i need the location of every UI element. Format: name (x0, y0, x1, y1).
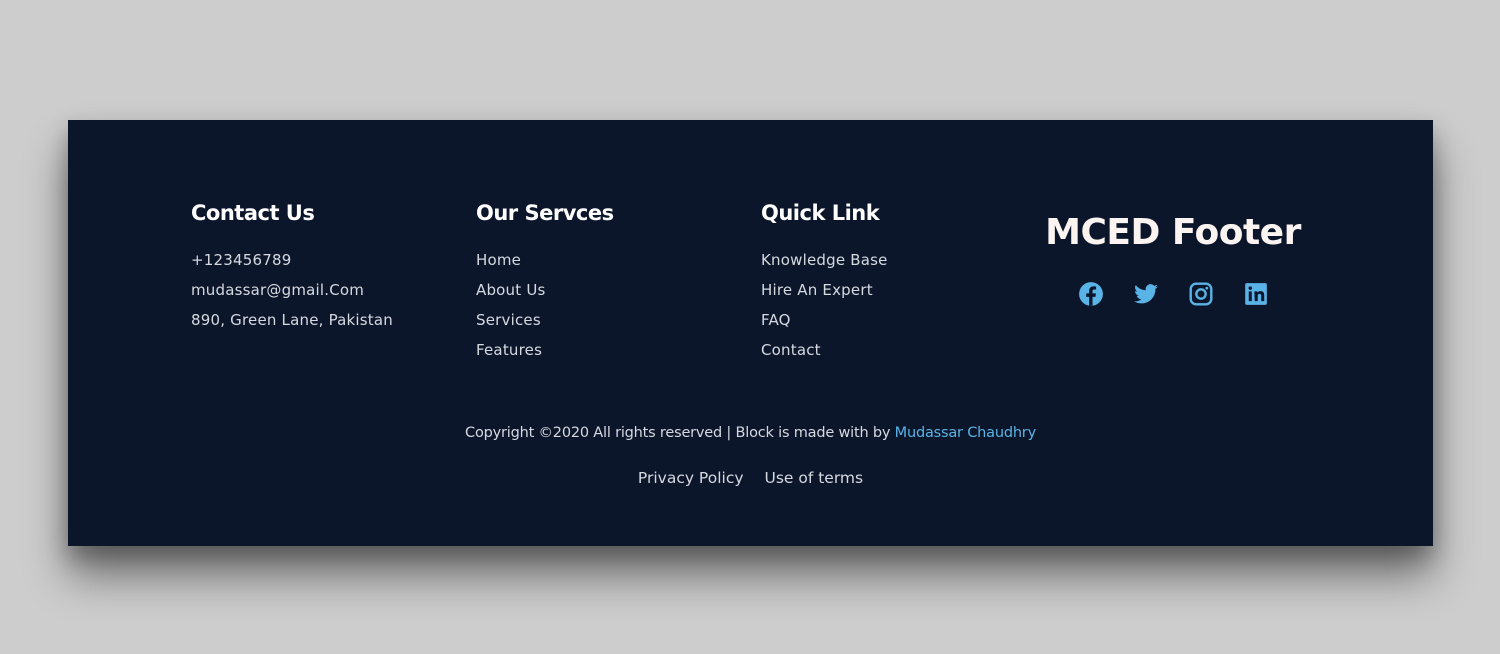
linkedin-icon (1243, 281, 1269, 307)
quick-links-list: Knowledge Base Hire An Expert FAQ Contac… (761, 245, 888, 365)
contact-column: Contact Us +123456789 mudassar@gmail.Com… (191, 200, 393, 335)
linkedin-link[interactable] (1243, 281, 1269, 307)
quick-links-item: Hire An Expert (761, 275, 888, 305)
services-list: Home About Us Services Features (476, 245, 614, 365)
quick-links-item: FAQ (761, 305, 888, 335)
services-item: Services (476, 305, 614, 335)
facebook-link[interactable] (1078, 281, 1104, 307)
quick-links-item: Knowledge Base (761, 245, 888, 275)
services-link-about-us[interactable]: About Us (476, 281, 546, 299)
phone-link[interactable]: +123456789 (191, 251, 291, 269)
contact-phone: +123456789 (191, 245, 393, 275)
copyright-statement: Copyright ©2020 All rights reserved | Bl… (465, 425, 895, 441)
quick-links-item: Contact (761, 335, 888, 365)
contact-heading: Contact Us (191, 201, 315, 225)
quick-link-hire-an-expert[interactable]: Hire An Expert (761, 281, 873, 299)
quick-links-heading: Quick Link (761, 201, 880, 225)
services-link-home[interactable]: Home (476, 251, 521, 269)
site-footer: Contact Us +123456789 mudassar@gmail.Com… (68, 120, 1433, 546)
quick-link-knowledge-base[interactable]: Knowledge Base (761, 251, 888, 269)
services-item: Features (476, 335, 614, 365)
contact-list: +123456789 mudassar@gmail.Com 890, Green… (191, 245, 393, 335)
quick-links-column: Quick Link Knowledge Base Hire An Expert… (761, 200, 888, 365)
brand-title: MCED Footer (1045, 212, 1301, 253)
services-item: Home (476, 245, 614, 275)
services-link-services[interactable]: Services (476, 311, 541, 329)
facebook-icon (1078, 281, 1104, 307)
services-heading: Our Servces (476, 201, 614, 225)
privacy-policy-link[interactable]: Privacy Policy (638, 469, 744, 487)
quick-link-contact[interactable]: Contact (761, 341, 821, 359)
services-column: Our Servces Home About Us Services Featu… (476, 200, 614, 365)
twitter-icon (1133, 281, 1159, 307)
email-link[interactable]: mudassar@gmail.Com (191, 281, 364, 299)
instagram-link[interactable] (1188, 281, 1214, 307)
author-link[interactable]: Mudassar Chaudhry (895, 425, 1036, 441)
quick-link-faq[interactable]: FAQ (761, 311, 791, 329)
copyright-text: Copyright ©2020 All rights reserved | Bl… (68, 422, 1433, 444)
instagram-icon (1188, 281, 1214, 307)
legal-links: Privacy Policy Use of terms (68, 467, 1433, 489)
social-links (1008, 281, 1338, 307)
contact-email: mudassar@gmail.Com (191, 275, 393, 305)
brand-block: MCED Footer (1008, 211, 1338, 307)
services-link-features[interactable]: Features (476, 341, 542, 359)
services-item: About Us (476, 275, 614, 305)
contact-address: 890, Green Lane, Pakistan (191, 311, 393, 329)
twitter-link[interactable] (1133, 281, 1159, 307)
terms-of-use-link[interactable]: Use of terms (764, 469, 863, 487)
